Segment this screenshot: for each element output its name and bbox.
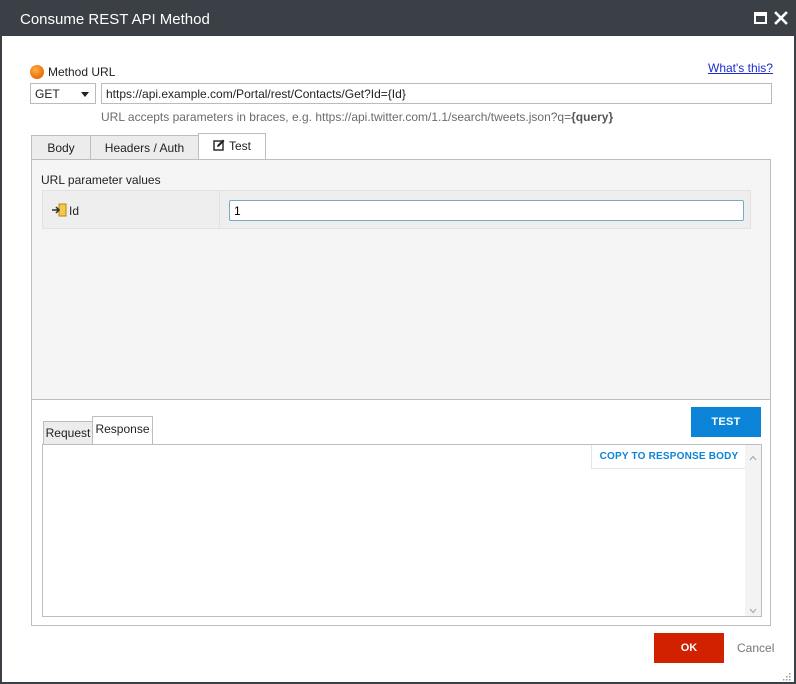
copy-to-response-body-button[interactable]: COPY TO RESPONSE BODY — [591, 445, 746, 469]
url-parameters-title: URL parameter values — [41, 173, 161, 187]
tab-request[interactable]: Request — [43, 421, 93, 446]
method-url-label: Method URL — [48, 65, 116, 79]
response-scrollbar[interactable] — [745, 445, 761, 616]
resize-grip-icon[interactable] — [781, 670, 791, 681]
url-hint-param: {query} — [571, 110, 614, 124]
whats-this-link[interactable]: What's this? — [708, 61, 773, 75]
chevron-down-icon — [81, 92, 89, 97]
url-hint: URL accepts parameters in braces, e.g. h… — [101, 110, 613, 124]
url-parameters-area: URL parameter values Id — [32, 160, 770, 392]
scroll-down-icon[interactable] — [749, 604, 757, 614]
parameter-input-icon — [51, 203, 67, 217]
http-verb-select[interactable]: GET — [30, 83, 96, 104]
tab-test[interactable]: Test — [198, 133, 266, 161]
edit-icon — [213, 135, 225, 159]
ok-button[interactable]: OK — [654, 633, 724, 663]
parameter-name: Id — [69, 204, 80, 218]
response-output[interactable]: COPY TO RESPONSE BODY — [42, 444, 762, 617]
url-hint-text: URL accepts parameters in braces, e.g. h… — [101, 110, 572, 124]
test-output-area: Request Response TEST COPY TO RESPONSE B… — [32, 400, 770, 625]
parameter-name-cell: Id — [43, 191, 220, 228]
tab-headers-auth[interactable]: Headers / Auth — [90, 135, 199, 161]
tab-body[interactable]: Body — [31, 135, 91, 161]
test-panel: URL parameter values Id Request Response… — [31, 159, 771, 626]
tab-response[interactable]: Response — [92, 416, 153, 445]
close-icon[interactable] — [774, 11, 788, 25]
orange-dot-icon — [30, 65, 44, 79]
http-verb-value: GET — [35, 87, 60, 101]
maximize-icon[interactable] — [754, 12, 767, 24]
parameter-value-input[interactable] — [229, 200, 744, 221]
test-button[interactable]: TEST — [691, 407, 761, 437]
url-input[interactable] — [101, 83, 772, 104]
tab-test-label: Test — [228, 139, 251, 153]
title-bar[interactable]: Consume REST API Method — [2, 2, 794, 36]
scroll-up-icon[interactable] — [749, 451, 757, 461]
cancel-button[interactable]: Cancel — [737, 641, 774, 655]
parameter-row: Id — [42, 190, 751, 229]
rest-api-dialog: Consume REST API Method Method URL What'… — [0, 0, 796, 684]
dialog-title: Consume REST API Method — [20, 11, 210, 28]
